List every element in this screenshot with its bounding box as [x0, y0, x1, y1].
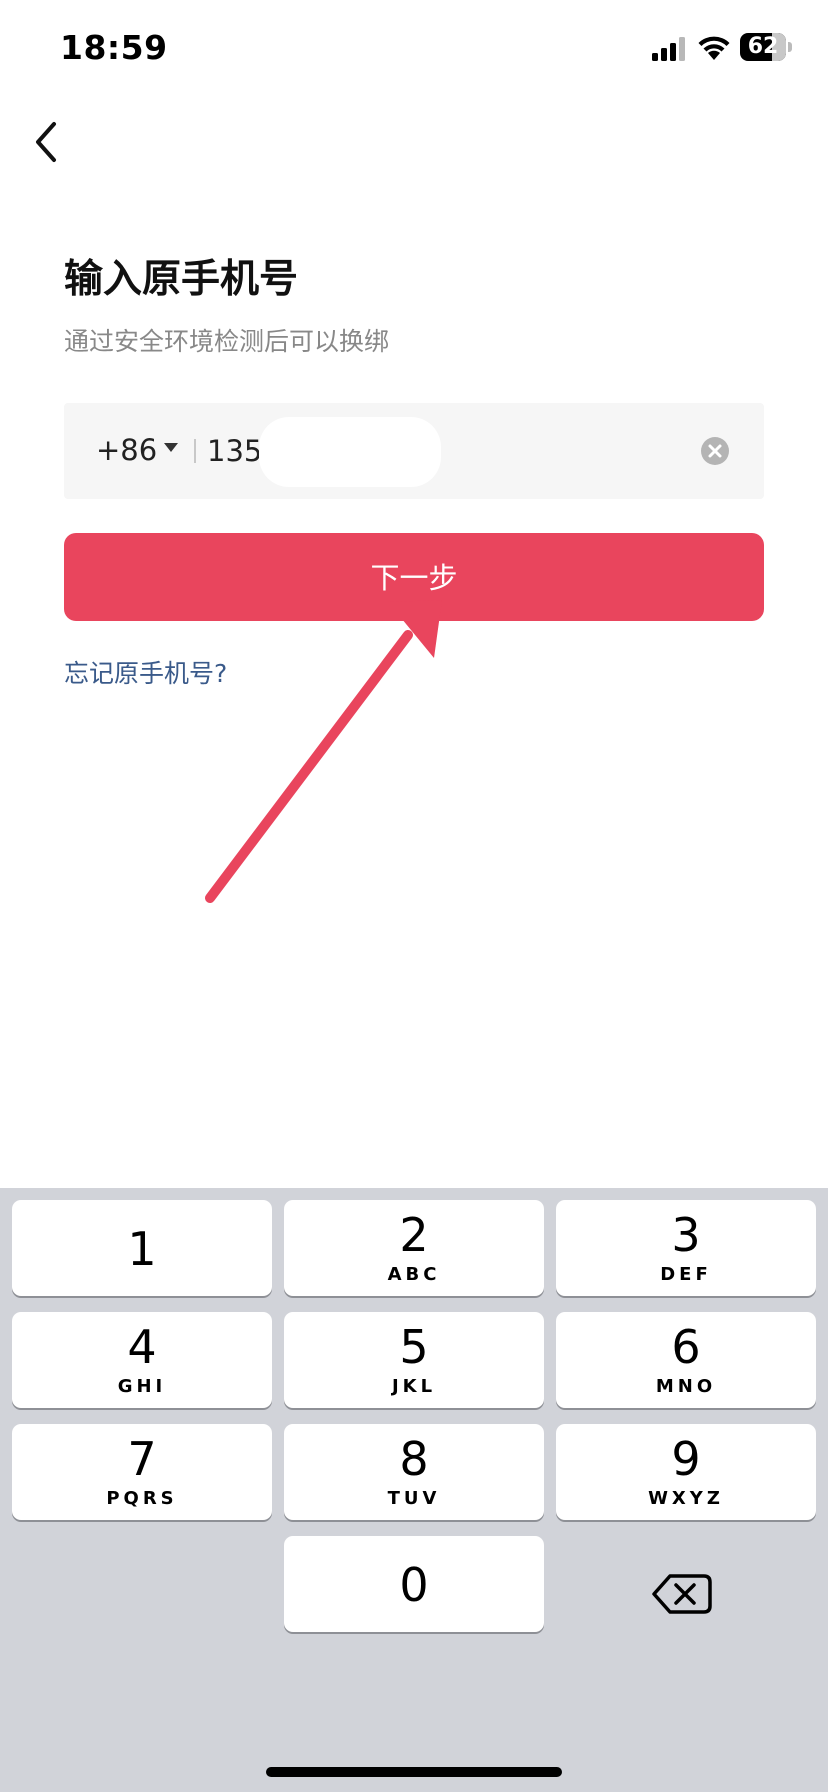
key-1[interactable]: 1: [12, 1200, 272, 1296]
key-7[interactable]: 7 PQRS: [12, 1424, 272, 1520]
key-9[interactable]: 9 WXYZ: [556, 1424, 816, 1520]
delete-key[interactable]: [556, 1546, 816, 1642]
key-6[interactable]: 6 MNO: [556, 1312, 816, 1408]
home-indicator: [266, 1767, 562, 1777]
key-8[interactable]: 8 TUV: [284, 1424, 544, 1520]
delete-backspace-icon: [652, 1574, 712, 1614]
key-4[interactable]: 4 GHI: [12, 1312, 272, 1408]
key-0[interactable]: 0: [284, 1536, 544, 1632]
key-3[interactable]: 3 DEF: [556, 1200, 816, 1296]
annotation-arrow-icon: [205, 600, 442, 903]
key-5[interactable]: 5 JKL: [284, 1312, 544, 1408]
key-2[interactable]: 2 ABC: [284, 1200, 544, 1296]
numeric-keyboard: 1 2 ABC 3 DEF 4 GHI 5 JKL 6 MNO 7 PQRS 8…: [0, 1188, 828, 1792]
